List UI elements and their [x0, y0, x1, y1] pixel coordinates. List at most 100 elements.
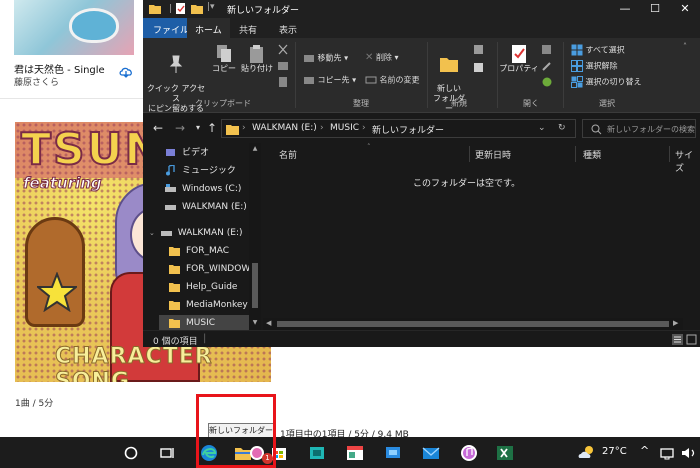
drive-icon — [165, 205, 176, 210]
open-icon[interactable] — [541, 44, 553, 56]
cut-icon[interactable] — [277, 44, 289, 56]
news-app-icon[interactable] — [344, 442, 366, 464]
paste-button[interactable]: 貼り付け — [239, 44, 275, 74]
minimize-button[interactable]: — — [610, 0, 640, 18]
select-all-icon — [571, 44, 583, 56]
music-note-icon — [166, 165, 175, 176]
easy-access-icon[interactable] — [473, 62, 487, 74]
nav-item-music-folder[interactable]: MUSIC — [159, 315, 249, 330]
tab-view[interactable]: 表示 — [271, 21, 305, 38]
song-title[interactable]: 君は天然色 - Single — [14, 61, 105, 76]
column-separator[interactable] — [575, 146, 576, 162]
folder-icon — [169, 246, 180, 256]
scroll-down-icon[interactable]: ▼ — [251, 319, 259, 326]
scroll-left-icon[interactable]: ◀ — [266, 319, 271, 327]
column-header-size[interactable]: サイズ — [675, 148, 700, 174]
copy-button[interactable]: コピー — [211, 44, 237, 74]
breadcrumb-current[interactable]: 新しいフォルダー — [372, 123, 444, 136]
qat-dropdown-icon[interactable]: |▾ — [207, 2, 215, 12]
folder-icon — [169, 300, 180, 310]
select-none-button[interactable]: 選択解除 — [571, 60, 618, 72]
status-separator: | — [203, 333, 207, 344]
search-input[interactable]: 新しいフォルダーの検索 — [582, 119, 696, 138]
teal-app-icon[interactable] — [306, 442, 328, 464]
ribbon-separator — [295, 42, 296, 108]
forward-button[interactable]: → — [173, 121, 187, 135]
weather-cloud-sun-icon[interactable] — [576, 442, 598, 464]
refresh-icon[interactable]: ↻ — [558, 123, 566, 133]
breadcrumb-folder[interactable]: MUSIC — [330, 123, 359, 133]
nav-item-help-guide[interactable]: Help_Guide — [169, 279, 237, 296]
close-button[interactable]: ✕ — [670, 0, 700, 18]
invert-selection-button[interactable]: 選択の切り替え — [571, 76, 642, 88]
rename-button[interactable]: 名前の変更 — [365, 74, 420, 86]
paste-shortcut-icon[interactable] — [277, 76, 289, 88]
tab-share[interactable]: 共有 — [231, 21, 265, 38]
expand-arrow-icon[interactable]: ⌄ — [149, 229, 155, 237]
column-header-name[interactable]: 名前 — [279, 148, 297, 161]
back-button[interactable]: ← — [151, 121, 165, 135]
breadcrumb-separator: › — [242, 123, 246, 133]
edit-icon[interactable] — [541, 60, 553, 72]
scrollbar-thumb[interactable] — [252, 263, 258, 308]
cloud-download-icon[interactable] — [118, 64, 134, 80]
group-organize: 整理 — [353, 99, 369, 108]
properties-button[interactable]: プロパティ — [499, 44, 539, 74]
scrollbar-thumb[interactable] — [277, 321, 669, 327]
monitor-app-icon[interactable] — [382, 442, 404, 464]
nav-item-walkman-e[interactable]: WALKMAN (E:) — [165, 199, 247, 216]
nav-item-music[interactable]: ミュージック — [165, 163, 236, 180]
nav-item-walkman-e-root[interactable]: ⌄ WALKMAN (E:) — [149, 225, 243, 242]
delete-button[interactable]: ✕ 削除 ▾ — [365, 52, 399, 63]
ribbon-separator — [563, 42, 564, 108]
pin-icon — [169, 55, 183, 73]
window-title: 新しいフォルダー — [227, 6, 300, 16]
album-art-small[interactable] — [14, 0, 134, 55]
temperature[interactable]: 27°C — [602, 446, 627, 457]
tab-home[interactable]: ホーム — [187, 18, 230, 38]
details-view-icon[interactable] — [672, 334, 683, 345]
column-header-modified[interactable]: 更新日時 — [475, 148, 511, 161]
new-item-icon[interactable] — [473, 44, 487, 56]
nav-item-windows-c[interactable]: Windows (C:) — [165, 181, 241, 198]
copy-path-icon[interactable] — [277, 60, 289, 72]
up-button[interactable]: ↑ — [205, 121, 219, 135]
address-dropdown-icon[interactable]: ⌄ — [538, 123, 546, 133]
itunes-icon[interactable] — [458, 442, 480, 464]
status-bar: 0 個の項目 | — [143, 330, 700, 347]
nav-item-mediamonkey[interactable]: MediaMonkey — [169, 297, 248, 314]
title-bar[interactable]: |▾ 新しいフォルダー — ☐ ✕ — [143, 0, 700, 18]
column-separator[interactable] — [469, 146, 470, 162]
song-artist[interactable]: 藤原さくら — [14, 75, 59, 88]
task-view-icon[interactable] — [156, 442, 178, 464]
nav-scrollbar[interactable]: ▲ ▼ — [249, 143, 261, 330]
ribbon-collapse-icon[interactable]: ˄ — [683, 42, 687, 51]
column-separator[interactable] — [669, 146, 670, 162]
scroll-right-icon[interactable]: ▶ — [673, 319, 678, 327]
nav-item-for-windows[interactable]: FOR_WINDOWS — [169, 261, 256, 278]
select-all-button[interactable]: すべて選択 — [571, 44, 625, 56]
search-circle-icon[interactable] — [120, 442, 142, 464]
history-icon[interactable] — [541, 76, 553, 88]
new-folder-icon[interactable] — [191, 3, 203, 14]
properties-check-icon[interactable] — [175, 3, 187, 14]
nav-item-for-mac[interactable]: FOR_MAC — [169, 243, 229, 260]
network-icon[interactable] — [656, 442, 678, 464]
move-to-button[interactable]: 移動先 ▾ — [303, 52, 348, 64]
volume-icon[interactable] — [678, 442, 700, 464]
scroll-up-icon[interactable]: ▲ — [251, 145, 259, 152]
copy-to-button[interactable]: コピー先 ▾ — [303, 74, 356, 86]
breadcrumb-separator: › — [320, 123, 324, 133]
folder-icon — [169, 318, 180, 328]
recent-locations-icon[interactable]: ▾ — [191, 121, 205, 135]
horizontal-scrollbar[interactable]: ◀ ▶ — [263, 318, 683, 330]
large-icons-view-icon[interactable] — [686, 334, 697, 345]
maximize-button[interactable]: ☐ — [640, 0, 670, 18]
mail-icon[interactable] — [420, 442, 442, 464]
column-header-type[interactable]: 種類 — [583, 148, 601, 161]
nav-item-videos[interactable]: ビデオ — [165, 145, 209, 162]
breadcrumb-drive[interactable]: WALKMAN (E:) — [252, 123, 317, 133]
address-bar[interactable]: › WALKMAN (E:) › MUSIC › 新しいフォルダー ⌄ ↻ — [221, 119, 576, 138]
chevron-up-icon[interactable]: ^ — [640, 444, 649, 457]
excel-icon[interactable] — [494, 442, 516, 464]
